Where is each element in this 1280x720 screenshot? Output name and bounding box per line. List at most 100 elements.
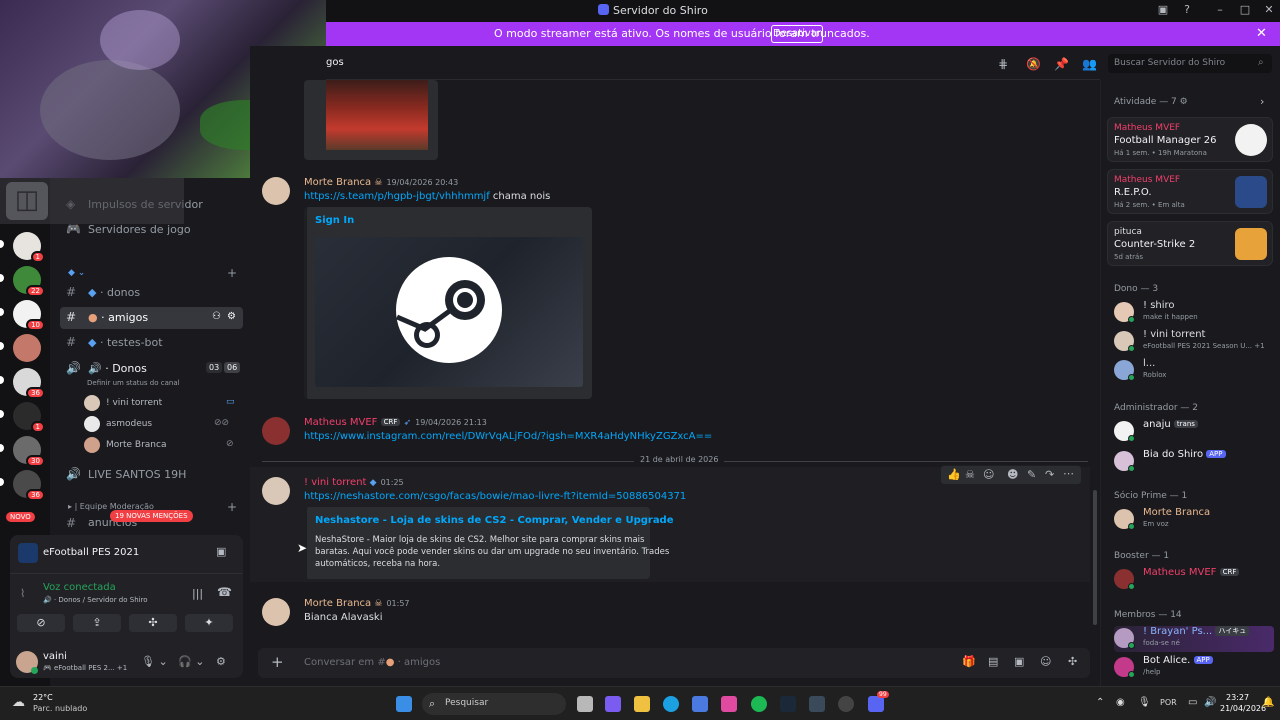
language-indicator[interactable]: POR [1160, 698, 1177, 707]
copilot-icon[interactable] [605, 696, 621, 712]
activity-card[interactable]: Matheus MVEF Football Manager 26 Há 1 se… [1107, 117, 1273, 162]
sticker-icon[interactable]: ▣ [1014, 655, 1024, 668]
disconnect-icon[interactable]: ☎ [217, 585, 232, 599]
apps-icon[interactable]: ✣ [1068, 655, 1077, 668]
threads-icon[interactable]: ⋕ [998, 57, 1008, 71]
weather-temp[interactable]: 22°C [33, 693, 53, 702]
server-icon[interactable]: 30 [13, 436, 45, 467]
member-item[interactable]: Matheus MVEF CRF [1114, 567, 1274, 593]
channel-testes-bot[interactable]: # ◆ · testes-bot [60, 332, 243, 354]
voice-location[interactable]: 🔊 · Donos / Servidor do Shiro [43, 596, 148, 604]
category-gem-icon[interactable]: ◆ ⌄ [68, 268, 85, 278]
member-item[interactable]: ! vini torrent eFootball PES 2021 Season … [1114, 329, 1274, 355]
tray-app-icon[interactable]: ◉ [1116, 697, 1125, 708]
task-view-icon[interactable] [577, 696, 593, 712]
server-icon[interactable]: 1 [13, 402, 45, 433]
member-item[interactable]: Morte Branca Em voz [1114, 507, 1274, 533]
activity-card[interactable]: Matheus MVEF R.E.P.O. Há 2 sem. • Em alt… [1107, 169, 1273, 214]
headphones-icon[interactable]: 🎧 ⌄ [178, 655, 204, 668]
photos-icon[interactable] [721, 696, 737, 712]
invite-icon[interactable]: ⚇ [212, 311, 221, 322]
message-link[interactable]: https://www.instagram.com/reel/DWrVqALjF… [304, 431, 712, 442]
server-icon[interactable]: 22 [13, 266, 45, 297]
app-icon[interactable] [838, 696, 854, 712]
author-name[interactable]: ! vini torrent [304, 477, 366, 488]
gif-icon[interactable]: ▤ [988, 655, 998, 668]
activity-card[interactable]: pituca Counter-Strike 2 5d atrás [1107, 221, 1273, 266]
settings-icon[interactable]: ⚙ [227, 311, 236, 322]
soundboard-icon[interactable]: ||| [192, 587, 203, 600]
voice-channel-donos[interactable]: 🔊 🔊 · Donos 03 06 [60, 358, 243, 380]
add-channel-icon[interactable]: + [227, 500, 237, 514]
volume-icon[interactable]: 🔊 [1204, 697, 1216, 708]
server-icon[interactable] [13, 334, 41, 362]
author-name[interactable]: Matheus MVEF [304, 417, 377, 428]
image-attachment[interactable] [326, 80, 428, 150]
pin-icon[interactable]: 📌 [1054, 57, 1069, 71]
member-list-icon[interactable]: 👥 [1082, 57, 1097, 71]
author-name[interactable]: Morte Branca [304, 177, 371, 188]
minimize-button[interactable]: – [1212, 3, 1228, 19]
edit-icon[interactable]: ✎ [1027, 468, 1036, 481]
embed-title[interactable]: Neshastore - Loja de skins de CS2 - Comp… [315, 515, 674, 526]
inbox-icon[interactable]: ▣ [1155, 3, 1171, 19]
steam-icon[interactable] [780, 696, 796, 712]
member-item[interactable]: ! shiro make it happen [1114, 300, 1274, 326]
channel-donos[interactable]: # ◆ · donos [60, 282, 243, 304]
clock-date[interactable]: 21/04/2026 [1220, 704, 1266, 713]
avatar[interactable] [262, 477, 290, 505]
weather-icon[interactable]: ☁ [12, 695, 25, 710]
activities-button[interactable]: ✣ [129, 614, 177, 632]
channel-amigos[interactable]: # ● · amigos ⚇ ⚙ [60, 307, 243, 329]
member-item[interactable]: anaju trans [1114, 419, 1274, 445]
member-item[interactable]: Bot Alice. APP/help [1114, 655, 1274, 681]
screen-share-button[interactable]: ⇪ [73, 614, 121, 632]
server-icon[interactable]: 36 [13, 470, 45, 501]
edge-icon[interactable] [663, 696, 679, 712]
store-icon[interactable] [692, 696, 708, 712]
avatar[interactable] [262, 177, 290, 205]
discord-icon[interactable]: 99 [868, 691, 889, 712]
soundboard-button[interactable]: ✦ [185, 614, 233, 632]
message-composer[interactable]: + Conversar em #● · amigos 🎁 ▤ ▣ ☺ ✣ [258, 648, 1090, 678]
app-icon[interactable] [809, 696, 825, 712]
message-link[interactable]: https://s.team/p/hgpb-jbgt/vhhhmmjf [304, 191, 490, 202]
start-icon[interactable] [396, 696, 412, 712]
search-input[interactable]: Buscar Servidor do Shiro ⌕ [1108, 54, 1272, 73]
user-name[interactable]: vaini [43, 651, 67, 662]
member-item[interactable]: Bia do Shiro APP [1114, 449, 1274, 475]
add-channel-icon[interactable]: + [227, 266, 237, 280]
close-window-button[interactable]: ✕ [1261, 3, 1277, 19]
signal-icon[interactable]: ⌇ [20, 587, 25, 600]
close-banner-icon[interactable]: ✕ [1256, 26, 1267, 41]
microphone-icon[interactable]: 🎙 ⌄ [141, 655, 168, 668]
channel-status-hint[interactable]: Definir um status do canal [87, 379, 180, 387]
microphone-tray-icon[interactable]: 🎙 [1138, 697, 1151, 708]
new-badge[interactable]: NOVO [6, 512, 35, 522]
help-icon[interactable]: ? [1179, 3, 1195, 19]
notifications-icon[interactable]: 🔔 [1262, 697, 1274, 708]
user-settings-icon[interactable]: ⚙ [216, 655, 226, 668]
server-icon[interactable]: 10 [13, 300, 45, 331]
message-link[interactable]: https://neshastore.com/csgo/facas/bowie/… [304, 491, 686, 502]
server-icon[interactable]: 1 [13, 232, 45, 263]
chat-scrollbar[interactable] [1093, 490, 1097, 625]
attach-plus-icon[interactable]: + [271, 653, 284, 671]
channel-live-santos[interactable]: 🔊 LIVE SANTOS 19H [60, 464, 243, 486]
chevron-right-icon[interactable]: › [1260, 95, 1264, 108]
emoji-icon[interactable]: ☺ [1040, 655, 1051, 668]
taskbar-search[interactable]: ⌕ Pesquisar [422, 693, 566, 715]
embed-title[interactable]: Sign In [315, 215, 354, 226]
activity-icon[interactable]: ▣ [216, 545, 226, 558]
tray-chevron-icon[interactable]: ⌃ [1096, 697, 1104, 708]
notification-icon[interactable]: 🔕 [1026, 57, 1041, 71]
add-reaction-icon[interactable]: ☻ [1007, 468, 1018, 481]
more-icon[interactable]: ⋯ [1063, 467, 1074, 480]
avatar[interactable] [262, 598, 290, 626]
network-icon[interactable]: ▭ [1188, 697, 1197, 708]
emoji-reaction-icon[interactable]: ☺ [983, 468, 994, 481]
clock-time[interactable]: 23:27 [1226, 693, 1249, 702]
avatar[interactable] [262, 417, 290, 445]
disable-streamer-button[interactable]: Desativar [771, 25, 823, 43]
author-name[interactable]: Morte Branca [304, 598, 371, 609]
